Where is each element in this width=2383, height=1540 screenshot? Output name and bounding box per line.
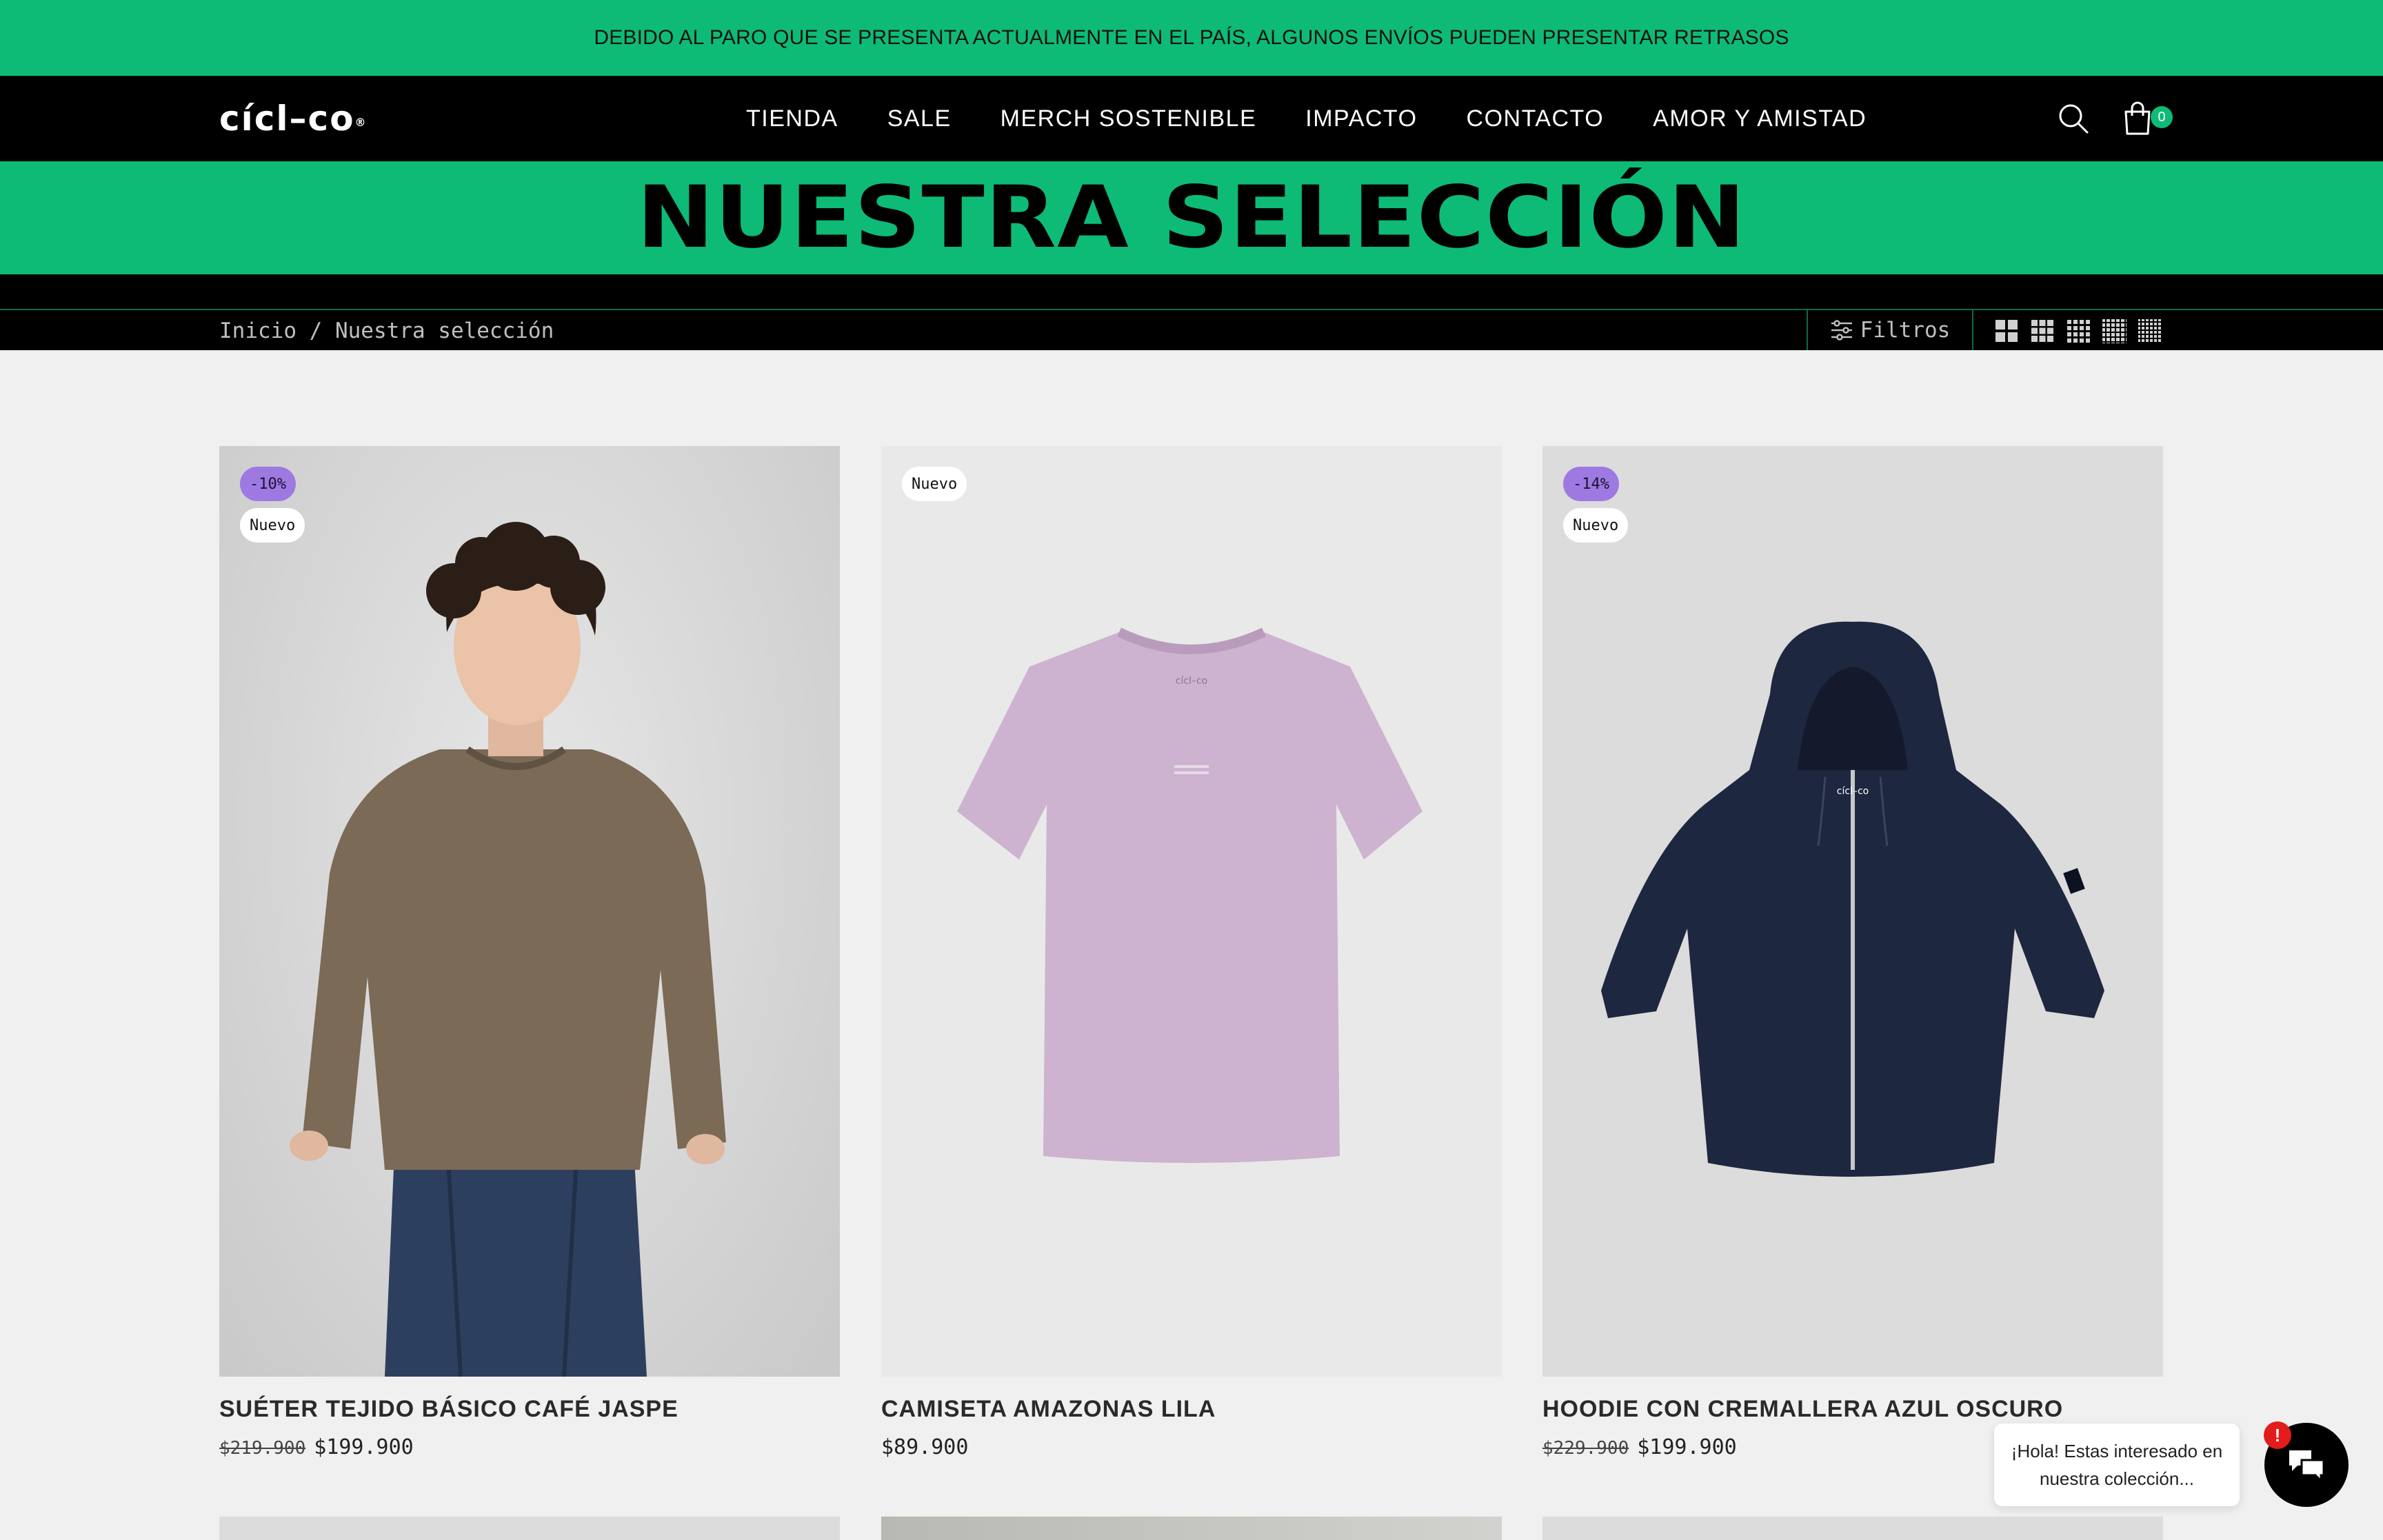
current-price: $199.900 [314, 1435, 414, 1459]
current-price: $89.900 [881, 1435, 969, 1459]
product-card-next[interactable] [881, 1517, 1502, 1540]
grid-3-icon[interactable] [2030, 318, 2055, 343]
main-nav: TIENDA SALE MERCH SOSTENIBLE IMPACTO CON… [746, 76, 1867, 161]
product-title[interactable]: CAMISETA AMAZONAS LILA [881, 1396, 1216, 1423]
registered-mark: ® [354, 116, 368, 129]
announcement-text: DEBIDO AL PARO QUE SE PRESENTA ACTUALMEN… [594, 26, 1789, 49]
hoodie-label-print: cícl–co [1837, 786, 1869, 797]
product-image[interactable]: cícl–co -14% Nuevo [1542, 446, 2163, 1377]
chat-greeting-bubble[interactable]: ¡Hola! Estas interesado en nuestra colec… [1994, 1424, 2240, 1506]
product-card-next[interactable] [1542, 1517, 2163, 1540]
discount-badge: -14% [1563, 467, 1619, 501]
tshirt-label-print: cícl–co [1176, 676, 1207, 687]
logo-text: cícl–co [219, 99, 355, 139]
product-price: $89.900 [881, 1435, 968, 1459]
breadcrumb[interactable]: Inicio / Nuestra selección [219, 316, 554, 346]
site-header: cícl–co® TIENDA SALE MERCH SOSTENIBLE IM… [0, 76, 2383, 161]
sliders-icon [1831, 320, 1852, 341]
announcement-bar: DEBIDO AL PARO QUE SE PRESENTA ACTUALMEN… [0, 0, 2383, 76]
search-icon[interactable] [2057, 102, 2090, 135]
grid-2-icon[interactable] [1994, 318, 2019, 343]
new-badge: Nuevo [902, 467, 967, 501]
old-price: $219.900 [219, 1438, 306, 1459]
filters-button[interactable]: Filtros [1807, 310, 1973, 350]
chat-greeting-text: ¡Hola! Estas interesado en nuestra colec… [2011, 1441, 2223, 1489]
discount-badge: -10% [240, 467, 296, 501]
product-price: $229.900 $199.900 [1542, 1435, 1737, 1459]
chat-icon [2289, 1450, 2325, 1482]
product-price: $219.900 $199.900 [219, 1435, 414, 1459]
navy-zip-hoodie-photo: cícl–co [1601, 621, 2104, 1177]
product-title[interactable]: HOODIE CON CREMALLERA AZUL OSCURO [1542, 1396, 2063, 1423]
cart-count-badge: 0 [2151, 106, 2173, 128]
old-price: $229.900 [1542, 1438, 1629, 1459]
logo[interactable]: cícl–co® [219, 97, 368, 141]
product-title[interactable]: SUÉTER TEJIDO BÁSICO CAFÉ JASPE [219, 1396, 678, 1423]
divider-strip [0, 274, 2383, 309]
nav-sale[interactable]: SALE [887, 105, 952, 132]
product-card-next[interactable] [219, 1517, 840, 1540]
shopping-bag-icon[interactable] [2122, 101, 2153, 136]
grid-6-icon[interactable] [2138, 318, 2162, 343]
nav-amor-y-amistad[interactable]: AMOR Y AMISTAD [1653, 105, 1867, 132]
current-price: $199.900 [1637, 1435, 1737, 1459]
nav-merch-sostenible[interactable]: MERCH SOSTENIBLE [1001, 105, 1257, 132]
grid-5-icon[interactable] [2102, 318, 2126, 343]
hero-banner: NUESTRA SELECCIÓN [0, 161, 2383, 274]
nav-tienda[interactable]: TIENDA [746, 105, 838, 132]
page-title: NUESTRA SELECCIÓN [636, 168, 1747, 267]
chat-alert-badge: ! [2264, 1421, 2291, 1449]
new-badge: Nuevo [1563, 508, 1629, 543]
grid-switcher [1994, 318, 2162, 343]
new-badge: Nuevo [240, 508, 305, 543]
nav-impacto[interactable]: IMPACTO [1305, 105, 1417, 132]
nav-contacto[interactable]: CONTACTO [1467, 105, 1605, 132]
product-image[interactable]: cícl–co Nuevo [881, 446, 1502, 1377]
grid-4-icon[interactable] [2066, 318, 2091, 343]
filters-label: Filtros [1860, 318, 1951, 343]
collection-toolbar: Inicio / Nuestra selección Filtros [0, 309, 2383, 350]
lilac-tshirt-photo: cícl–co [957, 627, 1422, 1163]
man-in-brown-sweater-photo [290, 522, 726, 1377]
product-image[interactable]: -10% Nuevo [219, 446, 840, 1377]
